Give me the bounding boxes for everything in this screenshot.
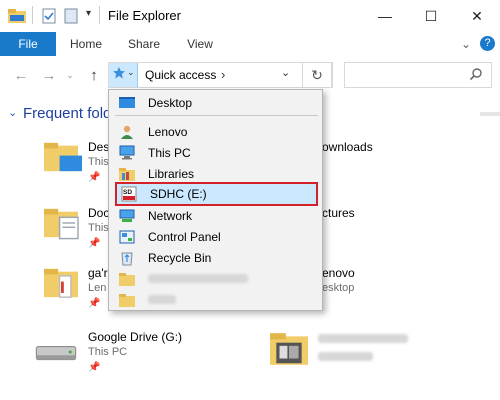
menu-item-libraries[interactable]: Libraries <box>115 163 318 184</box>
title-bar: ▾ File Explorer — ☐ ✕ <box>0 0 500 32</box>
pin-icon[interactable]: 📌 <box>88 172 100 183</box>
documents-folder-icon <box>44 208 79 240</box>
address-location[interactable]: Quick access <box>145 68 216 82</box>
close-button[interactable]: ✕ <box>454 0 500 32</box>
tile-name: Des <box>88 140 110 154</box>
folder-icon <box>270 333 308 365</box>
network-icon <box>118 208 136 224</box>
quick-access-button[interactable]: ⌄ <box>109 63 138 87</box>
redacted-text <box>148 295 176 304</box>
menu-item-label: Control Panel <box>148 229 221 244</box>
menu-item-this-pc[interactable]: This PC <box>115 142 318 163</box>
quick-access-dropdown: Desktop Lenovo This PC Libraries SD SDHC… <box>108 89 323 311</box>
menu-item-sdhc[interactable]: SD SDHC (E:) <box>115 182 318 206</box>
folder-tile[interactable] <box>40 140 83 179</box>
tile-sub: This PC <box>88 346 128 358</box>
drive-icon <box>35 346 77 361</box>
properties-icon[interactable] <box>42 8 56 29</box>
window-title: File Explorer <box>108 8 181 23</box>
redacted-text <box>318 334 408 343</box>
star-icon <box>112 66 126 85</box>
address-history-chevron-icon[interactable]: ⌄ <box>281 66 290 79</box>
menu-item-redacted-folder[interactable] <box>115 268 318 289</box>
folder-tile[interactable] <box>40 206 82 245</box>
recycle-bin-icon <box>118 250 136 266</box>
menu-item-label: Recycle Bin <box>148 250 212 265</box>
tile-name: Doc <box>88 206 110 220</box>
menu-item-label: Network <box>148 208 193 223</box>
libraries-icon <box>118 166 136 182</box>
tile-sub: esktop <box>322 282 355 294</box>
folder-tile[interactable] <box>268 330 310 373</box>
control-panel-icon <box>118 229 136 245</box>
chevron-down-icon: ⌄ <box>127 67 135 77</box>
maximize-button[interactable]: ☐ <box>408 0 454 32</box>
pin-icon[interactable]: 📌 <box>88 298 100 309</box>
search-icon <box>469 67 483 86</box>
redacted-text <box>318 352 373 361</box>
menu-divider <box>115 115 318 116</box>
up-arrow-icon[interactable]: ↑ <box>84 56 104 94</box>
menu-item-redacted-folder[interactable] <box>115 289 318 310</box>
folder-icon <box>44 268 78 298</box>
user-icon <box>118 124 136 140</box>
folder-tile[interactable] <box>40 266 82 305</box>
menu-item-lenovo[interactable]: Lenovo <box>115 121 318 142</box>
help-icon[interactable]: ? <box>480 36 495 51</box>
section-collapse-icon[interactable]: ⌄ <box>8 106 17 119</box>
tile-name: Google Drive (G:) <box>88 330 183 344</box>
forward-arrow-icon[interactable]: → <box>36 56 62 94</box>
tile-name: ctures <box>322 206 355 220</box>
menu-item-recycle-bin[interactable]: Recycle Bin <box>115 247 318 268</box>
tab-home[interactable]: Home <box>64 32 108 56</box>
menu-item-label: Desktop <box>148 95 193 110</box>
minimize-button[interactable]: — <box>362 0 408 32</box>
menu-item-label: SDHC (E:) <box>150 187 207 201</box>
folder-icon <box>118 292 136 308</box>
menu-item-label: This PC <box>148 145 191 160</box>
menu-item-network[interactable]: Network <box>115 205 318 226</box>
tile-sub: This <box>88 222 109 234</box>
sd-card-icon: SD <box>120 186 138 202</box>
tile-name: enovo <box>322 266 355 280</box>
breadcrumb-separator-icon[interactable]: › <box>221 67 225 82</box>
tile-name: ga'r <box>88 266 108 280</box>
pin-icon[interactable]: 📌 <box>88 362 100 373</box>
tab-share[interactable]: Share <box>120 32 168 56</box>
section-title: Frequent fold <box>23 105 112 122</box>
refresh-icon[interactable]: ↻ <box>302 62 332 88</box>
menu-item-label: Libraries <box>148 166 195 181</box>
menu-item-label: Lenovo <box>148 124 188 139</box>
computer-icon <box>118 145 136 161</box>
tile-sub: This <box>88 156 109 168</box>
ribbon-tabs: File Home Share View ⌄ ? <box>0 32 500 57</box>
recent-locations-icon[interactable]: ⌄ <box>62 56 78 94</box>
menu-item-control-panel[interactable]: Control Panel <box>115 226 318 247</box>
folder-icon <box>8 8 26 29</box>
folder-icon <box>118 271 136 287</box>
tab-file[interactable]: File <box>0 32 56 56</box>
svg-text:SD: SD <box>123 189 132 196</box>
back-arrow-icon[interactable]: ← <box>8 56 34 94</box>
tab-view[interactable]: View <box>178 32 222 56</box>
address-bar[interactable]: ⌄ Quick access › ⌄ <box>108 62 333 88</box>
desktop-icon <box>118 95 136 111</box>
new-folder-icon[interactable] <box>64 8 78 29</box>
tile-name: ownloads <box>322 140 373 154</box>
pin-icon[interactable]: 📌 <box>88 238 100 249</box>
redacted-text <box>148 274 248 283</box>
customize-toolbar-icon[interactable]: ▾ <box>86 8 91 19</box>
drive-tile[interactable] <box>34 340 78 369</box>
desktop-folder-icon <box>44 142 83 172</box>
expand-ribbon-icon[interactable]: ⌄ <box>458 32 474 56</box>
scrollbar[interactable] <box>480 112 500 116</box>
menu-item-desktop[interactable]: Desktop <box>115 92 318 113</box>
tile-sub: Len <box>88 282 107 294</box>
search-input[interactable] <box>344 62 492 88</box>
